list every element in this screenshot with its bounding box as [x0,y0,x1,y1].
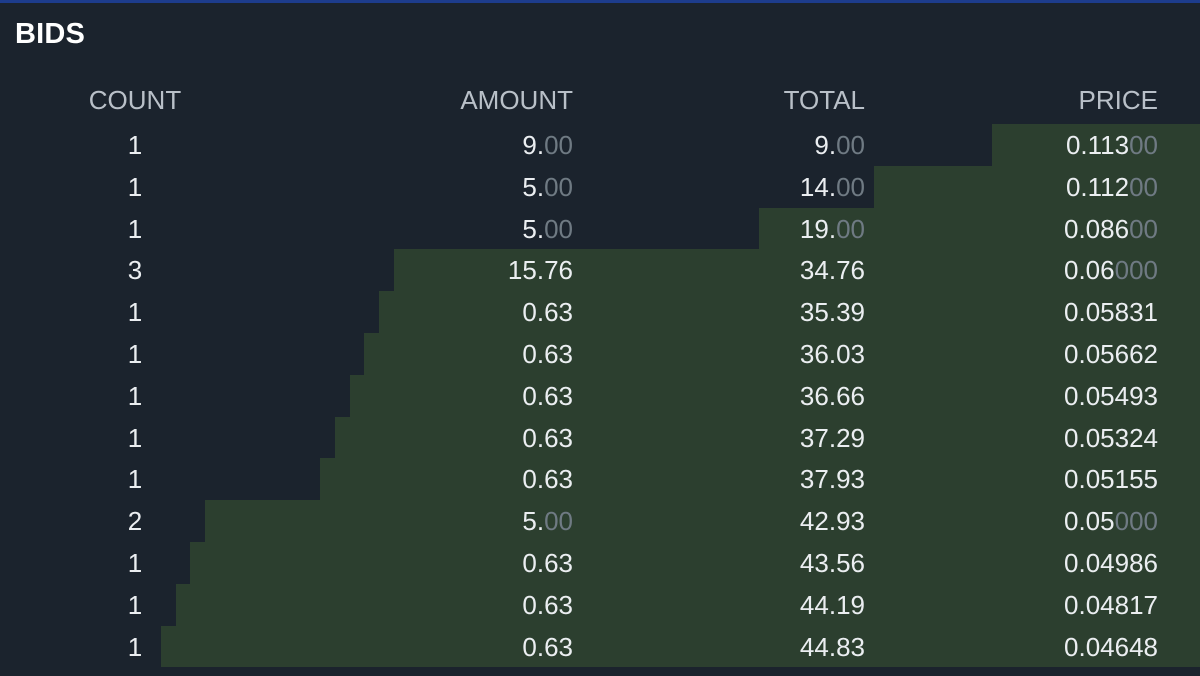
amount-cell: 5.00 [522,506,573,537]
count-cell: 1 [127,422,143,453]
total-cell: 44.19 [799,589,865,620]
total-cell: 42.93 [799,506,865,537]
amount-cell: 0.63 [522,297,573,328]
amount-cell: 0.63 [522,631,573,662]
total-cell: 36.66 [799,380,865,411]
total-cell: 44.83 [799,631,865,662]
total-cell: 36.03 [799,338,865,369]
total-cell: 43.56 [799,547,865,578]
table-row[interactable]: 1 5.00 19.00 0.08600 [0,207,1200,250]
count-cell: 1 [127,589,143,620]
table-row[interactable]: 1 0.63 37.29 0.05324 [0,416,1200,459]
total-cell: 9.00 [814,130,865,160]
price-cell: 0.05493 [1064,380,1158,411]
total-cell: 14.00 [799,171,865,202]
total-cell: 19.00 [799,213,865,244]
header-price[interactable]: PRICE [1079,85,1158,116]
table-row[interactable]: 1 0.63 36.03 0.05662 [0,332,1200,375]
price-cell: 0.05000 [1064,506,1158,537]
price-cell: 0.04986 [1064,547,1158,578]
count-cell: 1 [127,130,143,160]
amount-cell: 0.63 [522,589,573,620]
price-cell: 0.11300 [1065,130,1158,160]
depth-bar [189,541,1200,584]
table-row[interactable]: 1 0.63 43.56 0.04986 [0,541,1200,584]
total-cell: 34.76 [799,255,865,286]
amount-cell: 0.63 [522,422,573,453]
table-row[interactable]: 1 0.63 37.93 0.05155 [0,458,1200,501]
amount-cell: 0.63 [522,547,573,578]
price-cell: 0.08600 [1064,213,1158,244]
count-cell: 1 [127,464,143,495]
table-row[interactable]: 1 0.63 35.39 0.05831 [0,291,1200,333]
price-cell: 0.06000 [1064,255,1158,286]
price-cell: 0.11200 [1065,171,1158,202]
price-cell: 0.05662 [1064,338,1158,369]
bids-panel: BIDS COUNT AMOUNT TOTAL PRICE 1 9.00 9.0… [0,0,1200,676]
count-cell: 1 [127,631,143,662]
amount-cell: 0.63 [522,338,573,369]
table-row[interactable]: 1 5.00 14.00 0.11200 [0,165,1200,208]
table-row[interactable]: 1 0.63 44.83 0.04648 [0,625,1200,668]
table-header: COUNT AMOUNT TOTAL PRICE [0,76,1200,118]
amount-cell: 0.63 [522,464,573,495]
count-cell: 1 [127,380,143,411]
table-row[interactable]: 1 0.63 36.66 0.05493 [0,374,1200,417]
count-cell: 1 [127,338,143,369]
total-cell: 35.39 [799,297,865,328]
table-row[interactable]: 1 9.00 9.00 0.11300 [0,124,1200,166]
amount-cell: 9.00 [522,130,573,160]
header-amount[interactable]: AMOUNT [460,85,573,116]
amount-cell: 5.00 [522,213,573,244]
count-cell: 1 [127,213,143,244]
price-cell: 0.04817 [1064,589,1158,620]
depth-bar [176,583,1200,626]
count-cell: 1 [127,547,143,578]
price-cell: 0.04648 [1064,631,1158,662]
bids-table-body: 1 9.00 9.00 0.11300 1 5.00 14.00 0.11200… [0,124,1200,668]
depth-bar [161,625,1200,668]
price-cell: 0.05155 [1064,464,1158,495]
table-row[interactable]: 2 5.00 42.93 0.05000 [0,500,1200,542]
header-count[interactable]: COUNT [60,85,210,116]
amount-cell: 5.00 [522,171,573,202]
count-cell: 2 [127,506,143,537]
header-total[interactable]: TOTAL [784,85,865,116]
amount-cell: 0.63 [522,380,573,411]
total-cell: 37.93 [799,464,865,495]
depth-bar [204,500,1200,542]
price-cell: 0.05324 [1064,422,1158,453]
panel-title: BIDS [15,18,86,50]
table-row[interactable]: 1 0.63 44.19 0.04817 [0,583,1200,626]
total-cell: 37.29 [799,422,865,453]
price-cell: 0.05831 [1064,297,1158,328]
count-cell: 1 [127,171,143,202]
count-cell: 3 [127,255,143,286]
amount-cell: 15.76 [507,255,573,286]
table-row[interactable]: 3 15.76 34.76 0.06000 [0,249,1200,292]
top-border [0,0,1200,3]
count-cell: 1 [127,297,143,328]
